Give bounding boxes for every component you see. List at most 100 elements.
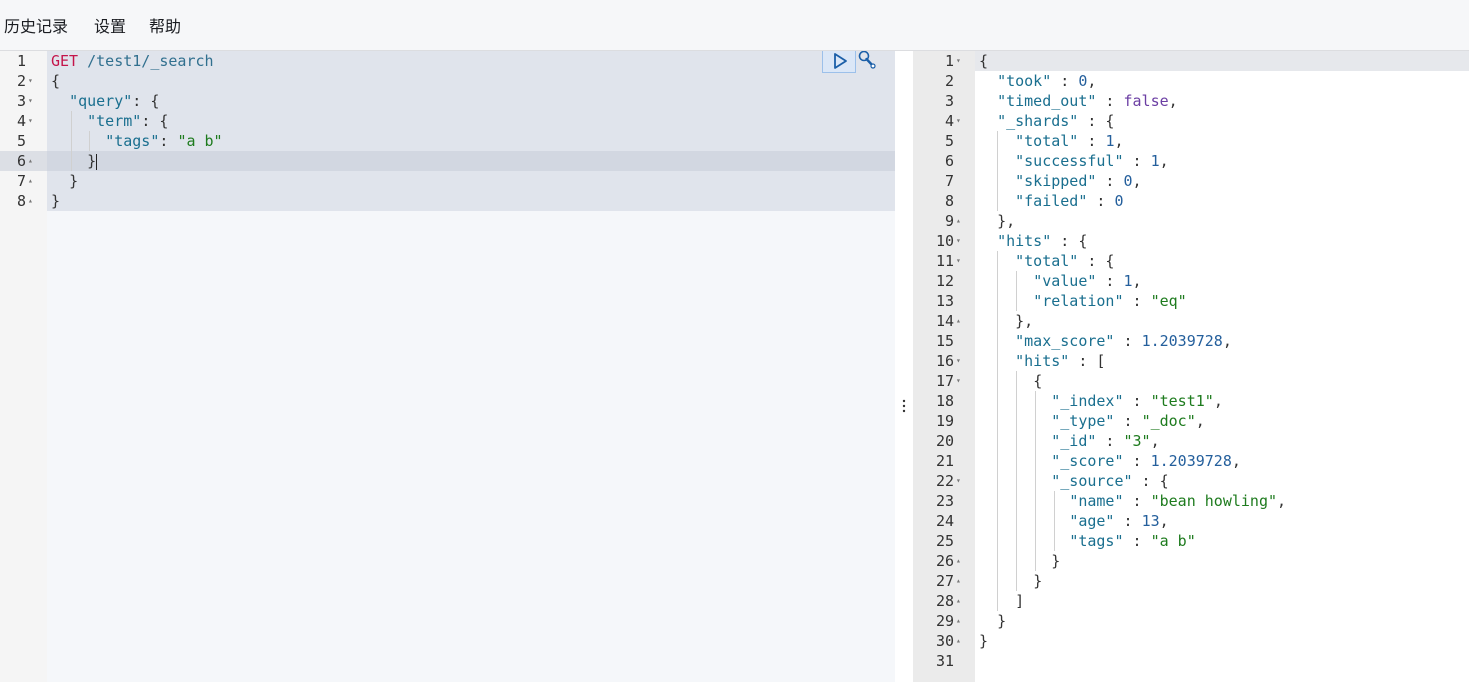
line-number: 17 ▾ xyxy=(913,371,975,391)
line-number: 2 ▾ xyxy=(0,71,47,91)
request-options-button[interactable] xyxy=(856,51,878,73)
request-url: /test1/_search xyxy=(87,52,214,70)
menu-bar: 历史记录 设置 帮助 xyxy=(0,0,1469,51)
fold-close-icon[interactable]: ▴ xyxy=(28,171,37,191)
line-number: 19 xyxy=(913,411,975,431)
fold-open-icon[interactable]: ▾ xyxy=(956,471,965,491)
line-number: 9 ▴ xyxy=(913,211,975,231)
fold-open-icon[interactable]: ▾ xyxy=(956,231,965,251)
request-line: "term": { xyxy=(47,111,895,131)
timed-out-value: false xyxy=(1123,92,1169,110)
line-number: 7 xyxy=(913,171,975,191)
fold-close-icon[interactable]: ▴ xyxy=(956,611,965,631)
pane-splitter[interactable] xyxy=(895,51,913,682)
text-cursor xyxy=(96,153,98,170)
fold-close-icon[interactable]: ▴ xyxy=(956,311,965,331)
line-number: 6 ▴ xyxy=(0,151,47,171)
line-number: 5 xyxy=(0,131,47,151)
line-number: 15 xyxy=(913,331,975,351)
fold-open-icon[interactable]: ▾ xyxy=(956,351,965,371)
response-line: "failed" : 0 xyxy=(975,191,1469,211)
response-line: "successful" : 1, xyxy=(975,151,1469,171)
response-line: "hits" : { xyxy=(997,232,1088,250)
run-request-button[interactable] xyxy=(822,51,856,73)
line-number: 7 ▴ xyxy=(0,171,47,191)
response-line: } xyxy=(979,632,989,650)
line-number: 29 ▴ xyxy=(913,611,975,631)
fold-open-icon[interactable]: ▾ xyxy=(28,71,37,91)
response-line: "_score" : 1.2039728, xyxy=(975,451,1469,471)
response-code-area[interactable]: { "took" : 0, "timed_out" : false, "_sha… xyxy=(975,51,1469,682)
response-line: "total" : { xyxy=(975,251,1469,271)
line-number: 23 xyxy=(913,491,975,511)
response-line: { xyxy=(979,52,989,70)
fold-open-icon[interactable]: ▾ xyxy=(956,251,965,271)
shards-failed-value: 0 xyxy=(1114,192,1124,210)
response-line: { xyxy=(975,371,1469,391)
line-number: 5 xyxy=(913,131,975,151)
fold-close-icon[interactable]: ▴ xyxy=(28,151,37,171)
request-code-area[interactable]: GET /test1/_search { "query": { "term": … xyxy=(47,51,895,682)
wrench-icon xyxy=(858,51,876,69)
vertical-dots-icon xyxy=(902,399,906,413)
response-line: } xyxy=(997,612,1007,630)
request-line: "tags": "a b" xyxy=(47,131,895,151)
response-line: "age" : 13, xyxy=(975,511,1469,531)
hit-type-value: "_doc" xyxy=(1141,412,1196,430)
line-number: 16 ▾ xyxy=(913,351,975,371)
fold-close-icon[interactable]: ▴ xyxy=(28,191,37,211)
request-editor[interactable]: 1 2 ▾ 3 ▾ 4 ▾ 5 6 ▴ 7 ▴ 8 ▴ GET /test1/_search { "q… xyxy=(0,51,895,682)
fold-open-icon[interactable]: ▾ xyxy=(28,111,37,131)
line-number: 11 ▾ xyxy=(913,251,975,271)
line-number: 3 xyxy=(913,91,975,111)
line-number: 28 ▴ xyxy=(913,591,975,611)
line-number: 6 xyxy=(913,151,975,171)
request-line: } xyxy=(69,172,79,190)
response-line: "_type" : "_doc", xyxy=(975,411,1469,431)
line-number: 13 xyxy=(913,291,975,311)
request-line: } xyxy=(47,151,895,171)
source-tags-value: "a b" xyxy=(1150,532,1196,550)
response-line: "tags" : "a b" xyxy=(975,531,1469,551)
response-viewer[interactable]: 1 ▾ 2 3 4 ▾ 5 6 7 8 9 ▴ 10 ▾ 11 ▾ 12 13 14 ▴ 15 16 ▾ 1… xyxy=(913,51,1469,682)
line-number: 31 xyxy=(913,651,975,671)
fold-close-icon[interactable]: ▴ xyxy=(956,631,965,651)
fold-open-icon[interactable]: ▾ xyxy=(956,111,965,131)
fold-close-icon[interactable]: ▴ xyxy=(956,591,965,611)
shards-skipped-value: 0 xyxy=(1123,172,1133,190)
menu-history[interactable]: 历史记录 xyxy=(4,17,68,37)
request-method: GET xyxy=(51,52,79,70)
play-icon xyxy=(834,53,847,69)
response-line: } xyxy=(975,571,1469,591)
fold-close-icon[interactable]: ▴ xyxy=(956,571,965,591)
fold-close-icon[interactable]: ▴ xyxy=(956,551,965,571)
line-number: 27 ▴ xyxy=(913,571,975,591)
fold-open-icon[interactable]: ▾ xyxy=(956,371,965,391)
max-score-value: 1.2039728 xyxy=(1141,332,1223,350)
line-number: 20 xyxy=(913,431,975,451)
menu-settings[interactable]: 设置 xyxy=(94,17,126,37)
fold-close-icon[interactable]: ▴ xyxy=(956,211,965,231)
line-number: 26 ▴ xyxy=(913,551,975,571)
fold-open-icon[interactable]: ▾ xyxy=(956,51,965,71)
response-lines: { "took" : 0, "timed_out" : false, "_sha… xyxy=(975,51,1469,671)
response-line: "_shards" : { xyxy=(997,112,1115,130)
response-line: "relation" : "eq" xyxy=(975,291,1469,311)
fold-open-icon[interactable]: ▾ xyxy=(28,91,37,111)
menu-help[interactable]: 帮助 xyxy=(149,17,181,37)
line-number: 8 xyxy=(913,191,975,211)
